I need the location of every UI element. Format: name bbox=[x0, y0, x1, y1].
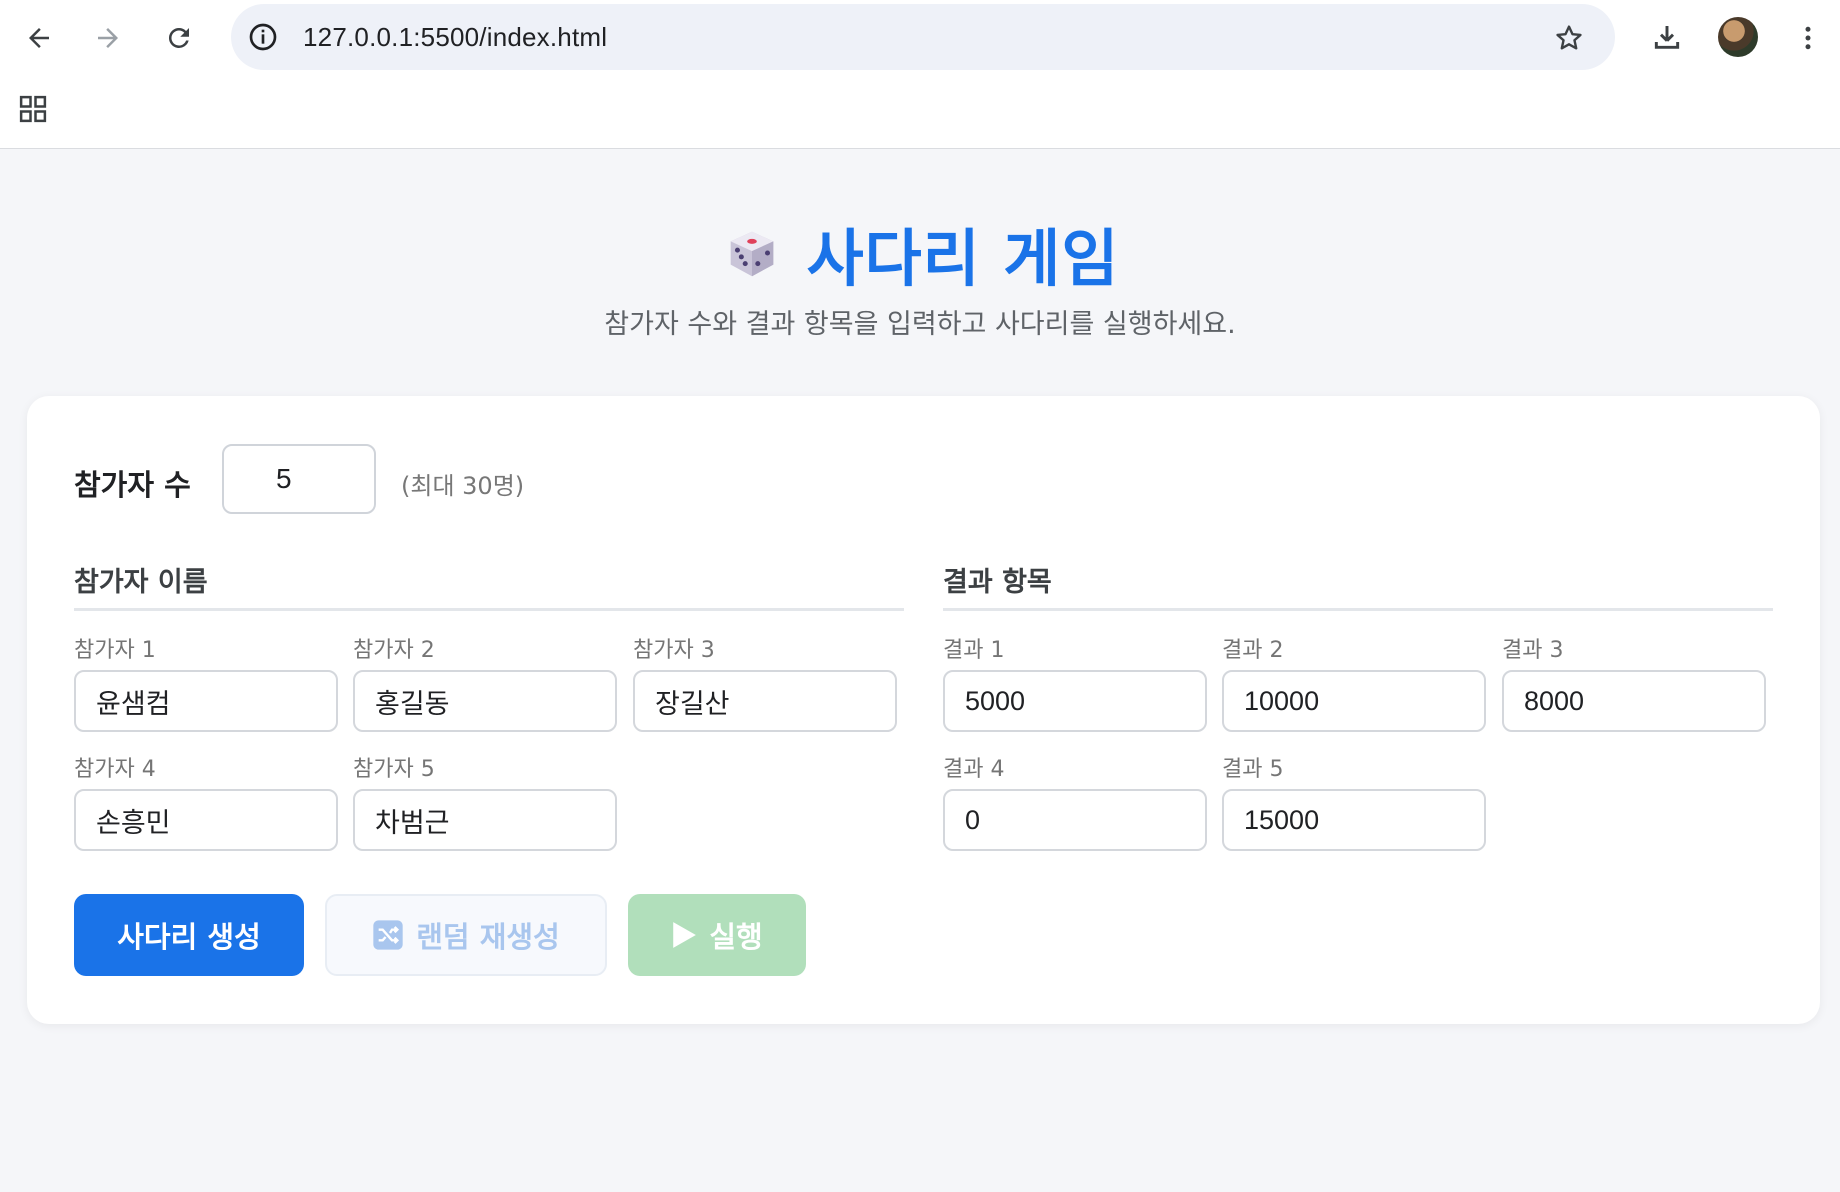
result-label: 결과 4 bbox=[943, 757, 1005, 782]
shuffle-label: 랜덤 재생성 bbox=[416, 920, 560, 954]
page-header: 사다리 게임 bbox=[0, 208, 1840, 298]
reload-icon bbox=[168, 27, 189, 48]
forward-button[interactable] bbox=[86, 16, 130, 60]
bookmark-star-icon[interactable] bbox=[1553, 22, 1585, 54]
participant-label: 참가자 1 bbox=[74, 638, 156, 663]
more-vert-icon bbox=[1805, 26, 1811, 50]
run-button[interactable]: 실행 bbox=[628, 894, 806, 976]
participant-count-input[interactable] bbox=[222, 444, 376, 514]
participant-count-hint: (최대 30명) bbox=[401, 472, 525, 500]
download-icon bbox=[1654, 26, 1680, 49]
shuffle-icon bbox=[373, 920, 403, 950]
back-arrow-icon bbox=[29, 28, 49, 48]
browser-toolbar: 127.0.0.1:5500/index.html bbox=[0, 0, 1840, 149]
shuffle-button[interactable]: 랜덤 재생성 bbox=[325, 894, 607, 976]
site-info-icon[interactable] bbox=[247, 21, 279, 53]
run-label: 실행 bbox=[709, 920, 763, 954]
result-value-input[interactable] bbox=[1222, 670, 1486, 732]
url-text[interactable]: 127.0.0.1:5500/index.html bbox=[303, 22, 607, 53]
result-label: 결과 5 bbox=[1222, 757, 1284, 782]
participant-name-input[interactable] bbox=[353, 789, 617, 851]
play-icon bbox=[673, 922, 697, 948]
address-bar[interactable]: 127.0.0.1:5500/index.html bbox=[231, 4, 1615, 70]
menu-button[interactable] bbox=[1786, 16, 1830, 60]
profile-avatar[interactable] bbox=[1718, 17, 1758, 57]
page-subtitle: 참가자 수와 결과 항목을 입력하고 사다리를 실행하세요. bbox=[604, 309, 1236, 340]
result-value-input[interactable] bbox=[943, 789, 1207, 851]
participants-divider bbox=[74, 608, 904, 611]
participant-name-input[interactable] bbox=[74, 789, 338, 851]
result-label: 결과 2 bbox=[1222, 638, 1284, 663]
participant-name-input[interactable] bbox=[353, 670, 617, 732]
participant-label: 참가자 2 bbox=[353, 638, 435, 663]
settings-card: 참가자 수 (최대 30명) 참가자 이름 참가자 1 참가자 2 참가자 3 … bbox=[27, 396, 1820, 1024]
results-section-title: 결과 항목 bbox=[943, 567, 1052, 598]
result-label: 결과 1 bbox=[943, 638, 1005, 663]
dice-icon bbox=[730, 231, 773, 277]
back-button[interactable] bbox=[17, 16, 61, 60]
apps-grid-icon[interactable] bbox=[18, 94, 48, 124]
forward-arrow-icon bbox=[98, 28, 118, 48]
reload-button[interactable] bbox=[157, 16, 201, 60]
participant-label: 참가자 4 bbox=[74, 757, 156, 782]
downloads-button[interactable] bbox=[1645, 16, 1689, 60]
generate-ladder-label: 사다리 생성 bbox=[117, 920, 261, 954]
result-value-input[interactable] bbox=[1222, 789, 1486, 851]
participant-label: 참가자 5 bbox=[353, 757, 435, 782]
result-value-input[interactable] bbox=[1502, 670, 1766, 732]
generate-ladder-button[interactable]: 사다리 생성 bbox=[74, 894, 304, 976]
participant-name-input[interactable] bbox=[74, 670, 338, 732]
participants-section-title: 참가자 이름 bbox=[74, 567, 208, 598]
result-label: 결과 3 bbox=[1502, 638, 1564, 663]
result-value-input[interactable] bbox=[943, 670, 1207, 732]
participant-name-input[interactable] bbox=[633, 670, 897, 732]
participant-count-label: 참가자 수 bbox=[74, 468, 191, 502]
page-title: 사다리 게임 bbox=[806, 222, 1120, 295]
participant-label: 참가자 3 bbox=[633, 638, 715, 663]
results-divider bbox=[943, 608, 1773, 611]
